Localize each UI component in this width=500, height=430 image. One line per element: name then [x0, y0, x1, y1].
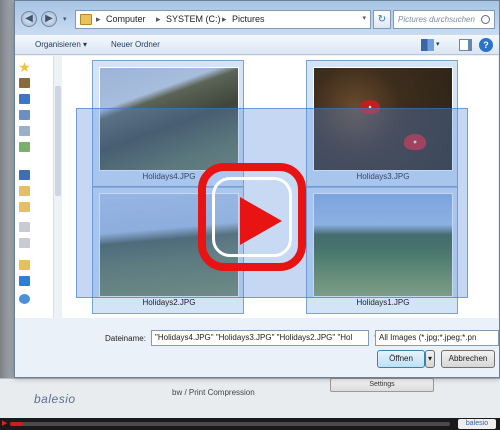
help-icon[interactable]: ?: [479, 38, 493, 52]
breadcrumb-pictures[interactable]: Pictures: [232, 14, 265, 24]
search-box[interactable]: Pictures durchsuchen: [393, 10, 495, 29]
cancel-button[interactable]: Abbrechen: [441, 350, 495, 368]
breadcrumb-computer[interactable]: Computer: [106, 14, 146, 24]
libraries-icon[interactable]: [19, 142, 30, 152]
breadcrumb-separator: ▸: [96, 14, 101, 24]
drive-icon[interactable]: [19, 238, 30, 248]
recent-places-icon[interactable]: [19, 110, 30, 120]
dialog-titlebar: ◀ ▶ ▾ ▸ Computer ▸ SYSTEM (C:) ▸ Picture…: [15, 1, 499, 35]
background-left-strip: [0, 0, 14, 430]
play-icon: [240, 197, 282, 245]
play-small-icon[interactable]: ▶: [2, 420, 8, 428]
preview-pane-icon[interactable]: [459, 39, 472, 51]
search-placeholder: Pictures durchsuchen: [398, 15, 475, 24]
video-progress-bar[interactable]: [10, 422, 450, 426]
open-options-dropdown[interactable]: ▾: [425, 350, 435, 368]
address-dropdown-icon[interactable]: ▾: [362, 14, 366, 22]
file-name: Holidays2.JPG: [142, 298, 196, 307]
file-name: Holidays1.JPG: [356, 298, 410, 307]
command-toolbar: Organisieren ▾ Neuer Ordner ▾ ?: [15, 35, 499, 55]
open-button[interactable]: Öffnen: [377, 350, 425, 368]
video-player-bar: ▶ balesio: [0, 418, 500, 430]
organize-menu[interactable]: Organisieren ▾: [35, 40, 87, 49]
refresh-button[interactable]: ↻: [373, 10, 391, 29]
brand-logo: balesio: [34, 392, 76, 406]
breadcrumb-separator: ▸: [156, 14, 161, 24]
compression-label: bw / Print Compression: [172, 388, 255, 397]
folder-icon[interactable]: [19, 186, 30, 196]
new-folder-button[interactable]: Neuer Ordner: [111, 40, 160, 49]
network-icon[interactable]: [19, 126, 30, 136]
navigation-scrollbar[interactable]: [53, 56, 61, 318]
address-bar[interactable]: ▸ Computer ▸ SYSTEM (C:) ▸ Pictures ▾: [75, 10, 371, 29]
scrollbar-thumb[interactable]: [55, 86, 61, 196]
folder-icon[interactable]: [19, 260, 30, 270]
history-dropdown-icon[interactable]: ▾: [63, 15, 67, 23]
globe-icon[interactable]: [19, 294, 30, 304]
breadcrumb-system-drive[interactable]: SYSTEM (C:): [166, 14, 221, 24]
navigation-pane: [15, 56, 61, 318]
network-icon[interactable]: [19, 276, 30, 286]
drive-icon[interactable]: [19, 222, 30, 232]
filename-label: Dateiname:: [105, 334, 146, 343]
folder-icon: [80, 14, 92, 25]
view-dropdown-icon[interactable]: ▾: [436, 40, 440, 48]
dialog-footer: Dateiname: "Holidays4.JPG" "Holidays3.JP…: [15, 319, 499, 377]
desktop-icon[interactable]: [19, 78, 30, 88]
player-logo: balesio: [458, 419, 496, 429]
settings-button[interactable]: Settings: [330, 378, 434, 392]
video-progress-fill: [10, 422, 24, 426]
favorites-star-icon[interactable]: [19, 62, 30, 72]
back-button[interactable]: ◀: [21, 11, 37, 27]
filename-input[interactable]: "Holidays4.JPG" "Holidays3.JPG" "Holiday…: [151, 330, 369, 346]
computer-icon[interactable]: [19, 170, 30, 180]
breadcrumb-separator: ▸: [222, 14, 227, 24]
file-type-filter[interactable]: All Images (*.jpg;*.jpeg;*.pn: [375, 330, 499, 346]
downloads-icon[interactable]: [19, 94, 30, 104]
video-play-button[interactable]: [198, 163, 306, 271]
search-icon: [481, 15, 490, 24]
view-options-icon[interactable]: [421, 39, 434, 51]
forward-button[interactable]: ▶: [41, 11, 57, 27]
folder-icon[interactable]: [19, 202, 30, 212]
